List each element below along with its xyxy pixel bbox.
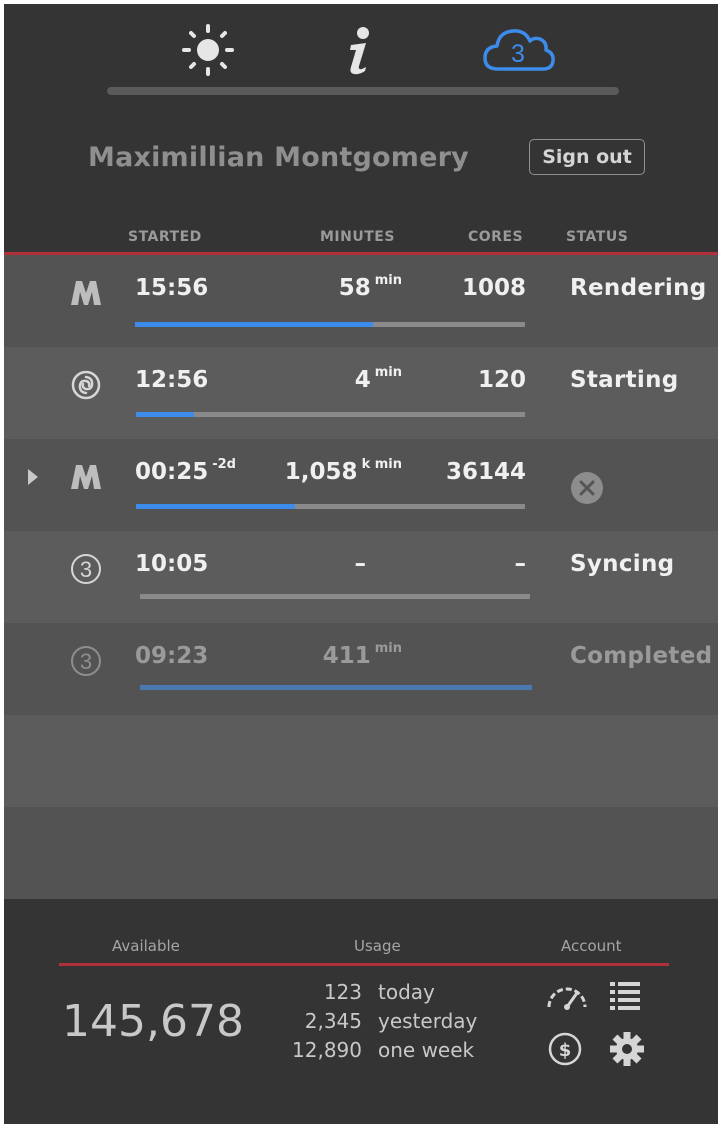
- job-status: Starting: [570, 367, 679, 393]
- speedometer-icon[interactable]: [542, 978, 592, 1014]
- cloud-badge: 3: [511, 40, 525, 68]
- svg-text:$: $: [559, 1040, 572, 1061]
- usage-period: yesterday: [378, 1009, 478, 1033]
- job-row-content: 3 09:23 411 min Completed: [4, 623, 718, 715]
- job-minutes: 58 min: [338, 273, 402, 301]
- circled-3-icon: 3: [66, 551, 106, 587]
- job-started: 00:25 -2d: [135, 457, 236, 485]
- usage-value: 2,345: [304, 1009, 362, 1033]
- job-progress-bar: [135, 322, 525, 327]
- sign-out-button[interactable]: Sign out: [529, 139, 645, 175]
- empty-row: [4, 715, 718, 807]
- gear-icon[interactable]: [606, 1028, 648, 1070]
- job-minutes: 4 min: [354, 365, 402, 393]
- job-started: 10:05: [135, 551, 209, 577]
- svg-text:3: 3: [80, 649, 92, 674]
- job-cores: 36144: [445, 459, 526, 485]
- usage-label: Usage: [354, 937, 401, 955]
- job-minutes: –: [354, 551, 367, 577]
- column-header-started[interactable]: STARTED: [128, 229, 202, 245]
- job-progress-fill: [135, 322, 373, 327]
- svg-text:3: 3: [80, 557, 92, 582]
- m-logo-icon: [66, 459, 106, 495]
- job-progress-fill: [136, 412, 195, 417]
- job-progress-fill: [140, 685, 532, 690]
- available-label: Available: [112, 937, 180, 955]
- job-status: Rendering: [570, 275, 707, 301]
- available-value: 145,678: [62, 996, 244, 1047]
- tab-indicator-track: [107, 87, 619, 95]
- usage-period: one week: [378, 1038, 475, 1062]
- job-cores: –: [514, 551, 527, 577]
- tab-info[interactable]: [334, 22, 384, 78]
- job-progress-bar: [136, 412, 525, 417]
- user-name: Maximillian Montgomery: [88, 142, 469, 173]
- usage-value: 12,890: [292, 1038, 362, 1062]
- dollar-circle-icon[interactable]: $: [545, 1029, 585, 1069]
- usage-period: today: [378, 980, 435, 1004]
- app-panel: 3 Maximillian Montgomery Sign out STARTE…: [4, 4, 718, 1124]
- job-row[interactable]: 15:56 58 min 1008 Rendering: [4, 255, 718, 347]
- column-header-minutes[interactable]: MINUTES: [320, 229, 395, 245]
- job-minutes: 411 min: [322, 641, 402, 669]
- job-started: 12:56: [135, 367, 209, 393]
- job-progress-bar: [136, 504, 525, 509]
- job-status: Completed: [570, 643, 713, 669]
- job-cores: 1008: [461, 275, 526, 301]
- job-progress-bar: [140, 594, 530, 599]
- account-label: Account: [561, 937, 622, 955]
- circled-3-icon: 3: [66, 643, 106, 679]
- job-started: 15:56: [135, 275, 209, 301]
- sun-icon: [182, 24, 234, 76]
- job-status: Syncing: [570, 551, 675, 577]
- expand-row-arrow[interactable]: [28, 469, 38, 485]
- cancel-circle-icon[interactable]: [570, 471, 604, 509]
- job-cores: 120: [477, 367, 526, 393]
- column-header-status[interactable]: STATUS: [566, 229, 628, 245]
- empty-row: [4, 807, 718, 899]
- job-row[interactable]: 00:25 -2d 1,058 k min 36144: [4, 439, 718, 531]
- list-icon[interactable]: [604, 976, 646, 1014]
- cloud-3-icon: 3: [483, 29, 555, 71]
- job-row[interactable]: 3 09:23 411 min Completed: [4, 623, 718, 715]
- tab-cloud[interactable]: 3: [480, 22, 556, 78]
- job-progress-bar: [140, 685, 532, 690]
- usage-value: 123: [323, 980, 362, 1004]
- m-logo-icon: [66, 275, 106, 311]
- job-row[interactable]: 12:56 4 min 120 Starting: [4, 347, 718, 439]
- tab-weather[interactable]: [174, 22, 242, 78]
- job-started: 09:23: [135, 643, 209, 669]
- footer-divider: [59, 963, 669, 966]
- swirl-icon: [66, 367, 106, 403]
- job-minutes: 1,058 k min: [284, 457, 402, 485]
- job-row[interactable]: 3 10:05 – – Syncing: [4, 531, 718, 623]
- info-icon: [350, 27, 369, 75]
- column-header-cores[interactable]: CORES: [468, 229, 523, 245]
- job-progress-fill: [136, 504, 296, 509]
